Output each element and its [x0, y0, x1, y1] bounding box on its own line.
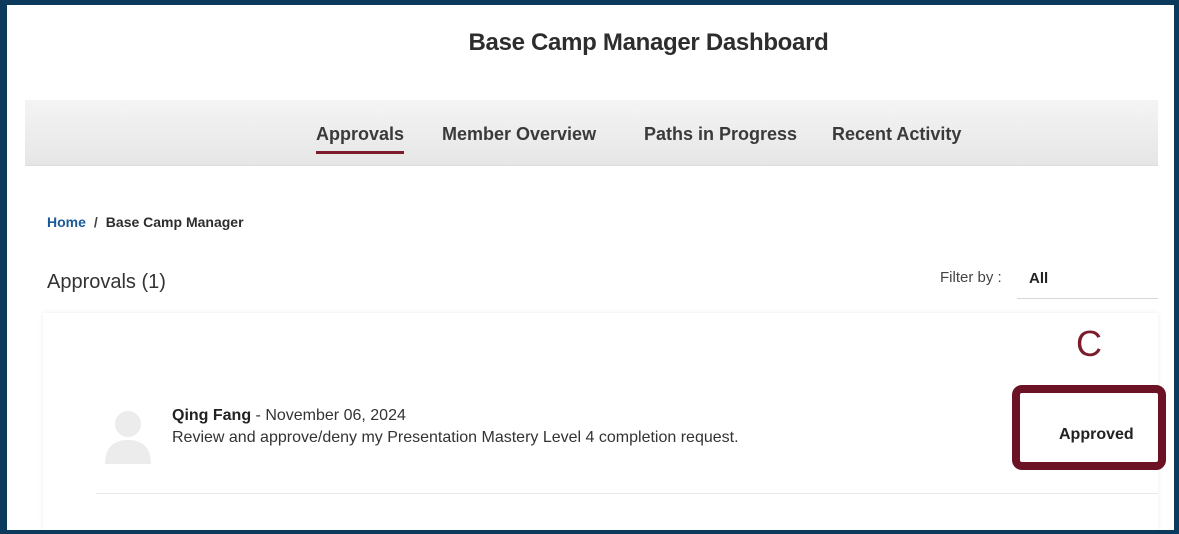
request-date: November 06, 2024 — [265, 407, 406, 424]
callout-highlight-box — [1012, 385, 1166, 470]
tab-approvals[interactable]: Approvals — [316, 124, 405, 154]
page-title: Base Camp Manager Dashboard — [468, 29, 829, 56]
callout-letter: C — [1076, 323, 1102, 364]
breadcrumb-separator: / — [93, 214, 98, 230]
tab-paths-in-progress[interactable]: Paths in Progress — [644, 124, 797, 145]
dashboard-window: Base Camp Manager Dashboard Approvals Me… — [7, 5, 1174, 530]
breadcrumb: Home / Base Camp Manager — [47, 214, 244, 230]
filter-label: Filter by : — [940, 269, 1002, 286]
date-separator: - — [251, 407, 266, 424]
card-divider — [96, 493, 1158, 494]
breadcrumb-current: Base Camp Manager — [105, 214, 244, 230]
approval-card: Qing Fang - November 06, 2024 Review and… — [43, 313, 1158, 530]
user-silhouette-icon — [103, 406, 153, 466]
breadcrumb-home-link[interactable]: Home — [47, 214, 86, 230]
request-text: Qing Fang - November 06, 2024 Review and… — [172, 407, 932, 447]
tab-recent-activity[interactable]: Recent Activity — [832, 124, 961, 145]
request-header: Qing Fang - November 06, 2024 — [172, 407, 932, 425]
filter-select[interactable]: All — [1017, 261, 1158, 299]
requester-name[interactable]: Qing Fang — [172, 407, 251, 424]
nav-bar: Approvals Member Overview Paths in Progr… — [25, 100, 1158, 166]
request-message: Review and approve/deny my Presentation … — [172, 429, 739, 446]
approvals-heading: Approvals (1) — [47, 271, 166, 293]
tab-member-overview[interactable]: Member Overview — [442, 124, 596, 145]
